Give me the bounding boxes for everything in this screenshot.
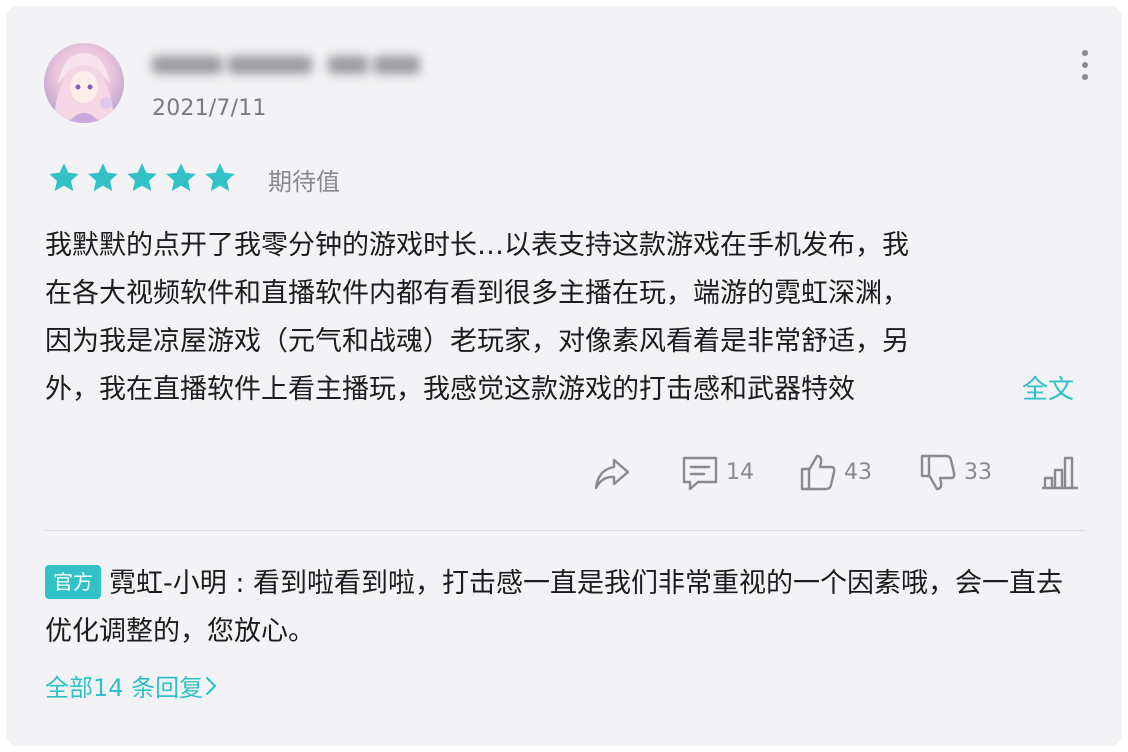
username-blurred[interactable] [152, 48, 424, 82]
share-icon [594, 458, 630, 490]
star-icon [205, 163, 235, 192]
all-replies-link[interactable]: 全部14 条回复 [45, 668, 219, 703]
review-line: 因为我是凉屋游戏（元气和战魂）老玩家，对像素风看着是非常舒适，另 [45, 326, 909, 357]
share-button[interactable] [592, 450, 632, 494]
official-reply[interactable]: 官方 霓虹-小明 : 看到啦看到啦，打击感一直是我们非常重视的一个因素哦，会一直去… [45, 560, 1085, 656]
review-text[interactable]: 我默默的点开了我零分钟的游戏时长…以表支持这款游戏在手机发布，我 在各大视频软件… [45, 222, 1085, 414]
star-rating [46, 160, 241, 196]
dislikes-count: 33 [964, 459, 992, 485]
text-fade [964, 366, 1000, 414]
thumbs-up-icon [800, 454, 836, 491]
star-icon [127, 163, 157, 192]
official-badge: 官方 [45, 565, 101, 599]
review-line: 我默默的点开了我零分钟的游戏时长…以表支持这款游戏在手机发布，我 [45, 230, 909, 261]
stats-button[interactable] [1040, 450, 1080, 494]
full-text-link[interactable]: 全文 [1022, 366, 1074, 414]
reply-separator: : [226, 568, 254, 599]
star-icon [88, 163, 118, 192]
chevron-right-icon [206, 676, 217, 695]
rating-label: 期待值 [268, 168, 340, 196]
reply-author[interactable]: 霓虹-小明 [109, 568, 227, 599]
thumbs-down-icon [920, 454, 956, 491]
star-icon [166, 163, 196, 192]
stats-icon [1042, 456, 1078, 490]
divider [45, 530, 1085, 531]
review-line: 在各大视频软件和直播软件内都有看到很多主播在玩，端游的霓虹深渊， [45, 278, 909, 309]
comment-icon [682, 456, 718, 491]
comments-count: 14 [726, 459, 754, 485]
star-icon [49, 163, 79, 192]
more-vertical-icon[interactable] [1074, 50, 1096, 84]
likes-count: 43 [844, 459, 872, 485]
avatar[interactable] [44, 43, 124, 123]
comments-button[interactable]: 14 [680, 450, 754, 494]
review-line-truncated: 外，我在直播软件上看主播玩，我感觉这款游戏的打击感和武器特效 [45, 366, 1000, 414]
all-replies-label: 全部14 条回复 [45, 674, 204, 702]
like-button[interactable]: 43 [798, 450, 872, 494]
review-line: 外，我在直播软件上看主播玩，我感觉这款游戏的打击感和武器特效 [45, 374, 855, 405]
review-date: 2021/7/11 [152, 96, 267, 121]
dislike-button[interactable]: 33 [918, 450, 992, 494]
